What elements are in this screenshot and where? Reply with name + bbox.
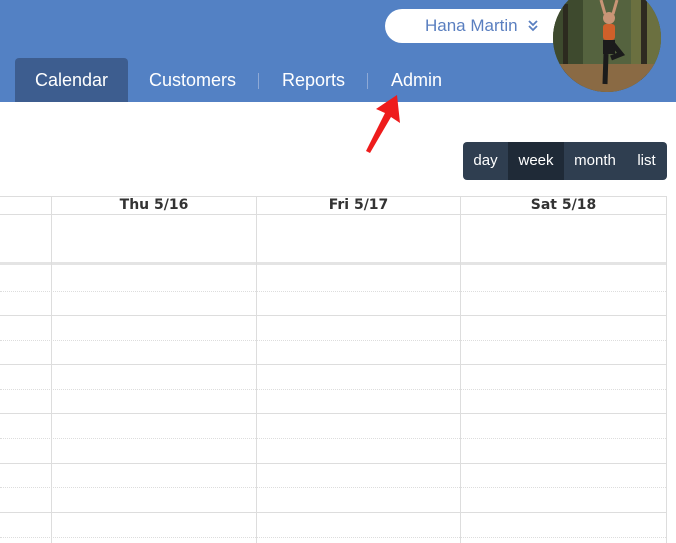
- day-header-thu[interactable]: Thu 5/16: [52, 196, 256, 214]
- tab-reports[interactable]: Reports: [282, 58, 345, 102]
- view-month-button[interactable]: month: [564, 142, 626, 180]
- tab-calendar[interactable]: Calendar: [15, 58, 128, 102]
- tab-customers[interactable]: Customers: [149, 58, 236, 102]
- grid-column-line: [256, 196, 257, 543]
- app-root: Hana Martin Calendar Customers Reports A…: [0, 0, 676, 543]
- user-avatar[interactable]: [553, 0, 661, 92]
- day-header-fri[interactable]: Fri 5/17: [257, 196, 460, 214]
- grid-column-line: [51, 196, 52, 543]
- view-week-button[interactable]: week: [508, 142, 564, 180]
- grid-line: [0, 214, 666, 215]
- annotation-arrow-icon: [366, 95, 400, 153]
- grid-line: [0, 512, 666, 513]
- grid-line: [0, 364, 666, 365]
- nav-divider: [258, 73, 259, 89]
- avatar-photo: [553, 0, 661, 92]
- grid-line: [0, 438, 666, 439]
- day-header-sat[interactable]: Sat 5/18: [461, 196, 666, 214]
- double-chevron-down-icon: [528, 20, 538, 32]
- nav-divider: [367, 73, 368, 89]
- grid-line: [0, 291, 666, 292]
- view-list-button[interactable]: list: [626, 142, 667, 180]
- grid-line: [0, 537, 666, 538]
- grid-column-line: [460, 196, 461, 543]
- grid-line: [0, 389, 666, 390]
- view-day-button[interactable]: day: [463, 142, 508, 180]
- user-name: Hana Martin: [425, 16, 518, 35]
- grid-line: [0, 413, 666, 414]
- grid-line: [0, 487, 666, 488]
- calendar-week-grid: Thu 5/16 Fri 5/17 Sat 5/18: [0, 196, 676, 543]
- grid-line: [0, 340, 666, 341]
- top-header: Hana Martin Calendar Customers Reports A…: [0, 0, 676, 102]
- view-switcher: day week month list: [463, 142, 667, 180]
- grid-line: [0, 315, 666, 316]
- grid-line: [0, 463, 666, 464]
- grid-column-line: [666, 196, 667, 543]
- all-day-separator: [0, 262, 666, 265]
